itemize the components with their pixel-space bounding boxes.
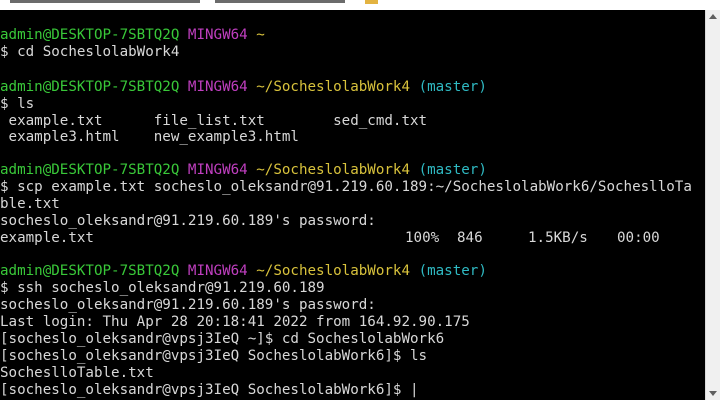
prompt-line: admin@DESKTOP-7SBTQ2Q MINGW64 ~/Socheslo… — [0, 162, 487, 179]
last-login-line: Last login: Thu Apr 28 20:18:41 2022 fro… — [0, 314, 470, 330]
titlebar-text-trace — [10, 0, 200, 3]
vertical-scrollbar[interactable] — [705, 10, 720, 400]
scp-size: 846 — [457, 230, 483, 246]
prompt-branch: (master) — [418, 162, 487, 178]
prompt-line: admin@DESKTOP-7SBTQ2Q MINGW64 ~ — [0, 27, 265, 44]
scp-time: 00:00 — [617, 230, 660, 246]
ls-output-row: example.txt file_list.txt sed_cmd.txt — [0, 113, 428, 129]
window-titlebar — [0, 0, 720, 10]
prompt-path: ~/SocheslolabWork4 — [256, 263, 411, 279]
scp-rate: 1.5KB/s — [528, 230, 588, 246]
prompt-path: ~/SocheslolabWork4 — [256, 162, 411, 178]
password-prompt: socheslo_oleksandr@91.219.60.189's passw… — [0, 297, 376, 313]
scroll-down-icon[interactable] — [709, 391, 717, 396]
scp-percent: 100% — [405, 230, 440, 246]
scp-file: example.txt — [0, 230, 94, 246]
command-line: $ scp example.txt socheslo_oleksandr@91.… — [0, 179, 692, 195]
prompt-line: admin@DESKTOP-7SBTQ2Q MINGW64 ~/Socheslo… — [0, 79, 487, 96]
prompt-system: MINGW64 — [187, 79, 248, 95]
prompt-path: ~ — [256, 27, 265, 43]
remote-command-line: [socheslo_oleksandr@vpsj3IeQ Socheslolab… — [0, 348, 428, 364]
prompt-system: MINGW64 — [187, 263, 248, 279]
remote-command-line: [socheslo_oleksandr@vpsj3IeQ ~]$ cd Soch… — [0, 331, 445, 347]
prompt-user-host: admin@DESKTOP-7SBTQ2Q — [0, 27, 180, 43]
prompt-path: ~/SocheslolabWork4 — [256, 79, 411, 95]
remote-prompt-line: [socheslo_oleksandr@vpsj3IeQ Socheslolab… — [0, 382, 419, 399]
prompt-line: admin@DESKTOP-7SBTQ2Q MINGW64 ~/Socheslo… — [0, 263, 487, 280]
remote-ls-output: SocheslloTable.txt — [0, 365, 154, 381]
text-cursor: | — [410, 382, 419, 398]
password-prompt: socheslo_oleksandr@91.219.60.189's passw… — [0, 213, 376, 229]
prompt-system: MINGW64 — [187, 162, 248, 178]
prompt-branch: (master) — [418, 263, 487, 279]
ls-output-row: example3.html new_example3.html — [0, 129, 299, 145]
command-line: $ ssh socheslo_oleksandr@91.219.60.189 — [0, 280, 325, 296]
scp-progress-line: example.txt 100% 846 1.5KB/s 00:00 — [0, 230, 700, 247]
prompt-user-host: admin@DESKTOP-7SBTQ2Q — [0, 79, 180, 95]
prompt-user-host: admin@DESKTOP-7SBTQ2Q — [0, 162, 180, 178]
titlebar-accent — [365, 0, 378, 4]
remote-prompt: [socheslo_oleksandr@vpsj3IeQ Socheslolab… — [0, 382, 410, 398]
prompt-branch: (master) — [418, 79, 487, 95]
command-line-wrap: ble.txt — [0, 196, 60, 212]
command-line: $ ls — [0, 96, 35, 112]
prompt-system: MINGW64 — [187, 27, 248, 43]
titlebar-text-trace — [215, 0, 345, 3]
prompt-user-host: admin@DESKTOP-7SBTQ2Q — [0, 263, 180, 279]
scroll-up-icon[interactable] — [709, 14, 717, 19]
command-line: $ cd SocheslolabWork4 — [0, 44, 180, 60]
terminal-output[interactable]: admin@DESKTOP-7SBTQ2Q MINGW64 ~ $ cd Soc… — [0, 22, 700, 400]
